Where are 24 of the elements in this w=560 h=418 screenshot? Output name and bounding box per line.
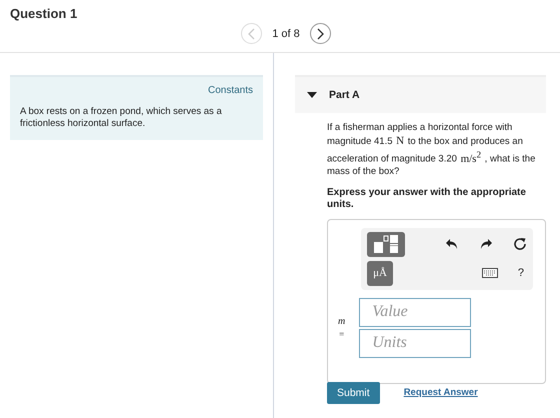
next-button[interactable] (310, 23, 331, 44)
part-header[interactable]: Part A (295, 75, 546, 113)
units-button[interactable]: μÅ (367, 260, 393, 286)
units-field[interactable]: Units (359, 328, 472, 358)
help-button[interactable]: ? (518, 267, 524, 280)
submit-button[interactable]: Submit (327, 382, 380, 404)
constants-link[interactable]: Constants (208, 85, 253, 96)
problem-statement: A box rests on a frozen pond, which serves as a frictionless horizontal surface. (20, 106, 223, 130)
request-answer-link[interactable]: Request Answer (404, 387, 478, 398)
part-title: Part A (329, 89, 360, 101)
page-counter: 1 of 8 (272, 28, 300, 40)
chevron-right-icon (316, 28, 324, 40)
reset-icon[interactable] (513, 237, 527, 252)
keyboard-icon[interactable] (482, 268, 498, 278)
chevron-left-icon (248, 28, 256, 40)
redo-icon[interactable] (479, 237, 493, 252)
templates-button[interactable] (367, 232, 405, 257)
variable-label: m (338, 314, 346, 328)
question-title: Question 1 (9, 5, 78, 21)
question-text: If a fisherman applies a horizontal force with magnitude 41.5 N to the box and produces an acceleration of magnitude 3.20 m/s$^{2}$ , what is the mass of the box? (327, 122, 536, 179)
instruction-text: Express your answer with the appropriate units. (327, 186, 527, 212)
undo-icon[interactable] (445, 237, 459, 252)
equals-sign: = (339, 328, 344, 341)
value-field[interactable]: Value (359, 298, 472, 327)
